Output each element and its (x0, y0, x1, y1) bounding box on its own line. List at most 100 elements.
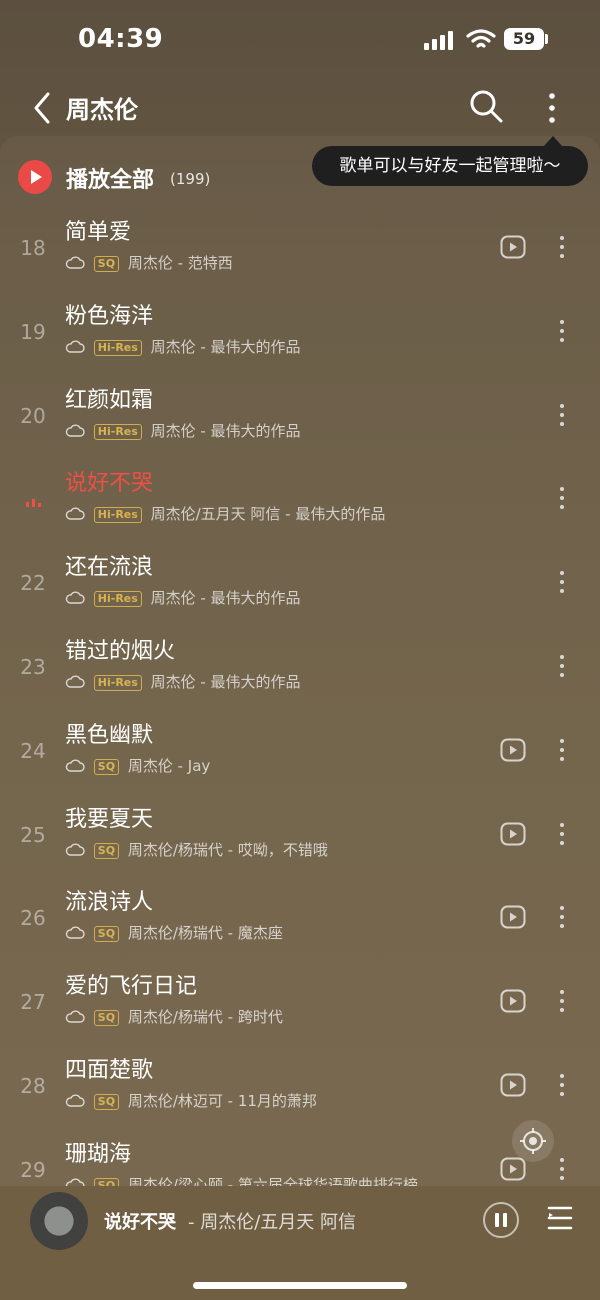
song-row[interactable]: 20 红颜如霜 Hi-Res 周杰伦 - 最伟大的作品 (0, 376, 600, 460)
song-index: 27 (20, 990, 46, 1015)
mv-play-icon[interactable] (500, 905, 526, 929)
share-playlist-tooltip[interactable]: 歌单可以与好友一起管理啦～ (312, 146, 588, 186)
mv-play-icon[interactable] (500, 822, 526, 846)
song-meta: SQ 周杰伦/杨瑞代 - 跨时代 (65, 1006, 485, 1028)
cloud-icon (65, 591, 85, 604)
song-index: 24 (20, 738, 46, 763)
quality-badge: Hi-Res (93, 339, 142, 356)
song-artist-album: 周杰伦 - 范特西 (127, 254, 233, 272)
play-all-icon[interactable] (18, 160, 52, 194)
album-art[interactable] (30, 1192, 88, 1250)
song-list-panel: 播放全部 (199) 18 简单爱 SQ 周杰伦 - 范特西 19 粉色海洋 H… (0, 136, 600, 1186)
quality-badge: Hi-Res (93, 674, 142, 691)
page-title: 周杰伦 (66, 96, 138, 124)
locate-icon (520, 1128, 546, 1154)
song-row[interactable]: 19 粉色海洋 Hi-Res 周杰伦 - 最伟大的作品 (0, 292, 600, 376)
song-row[interactable]: 18 简单爱 SQ 周杰伦 - 范特西 (0, 208, 600, 292)
search-icon[interactable] (468, 88, 504, 124)
song-artist-album: 周杰伦 - 最伟大的作品 (150, 421, 301, 440)
cloud-icon (65, 759, 85, 772)
home-indicator (193, 1282, 407, 1289)
quality-badge: SQ (93, 1093, 120, 1110)
quality-badge: SQ (93, 256, 120, 272)
cloud-icon (65, 926, 85, 940)
quality-badge: Hi-Res (93, 507, 142, 524)
more-menu-icon[interactable] (540, 86, 564, 130)
song-title: 爱的飞行日记 (65, 974, 198, 1000)
back-button[interactable] (26, 88, 56, 128)
mini-player-title: 说好不哭 (104, 1212, 176, 1233)
song-title: 还在流浪 (65, 555, 154, 581)
song-more-icon[interactable] (552, 735, 572, 765)
song-list: 18 简单爱 SQ 周杰伦 - 范特西 19 粉色海洋 Hi-Res 周杰伦 -… (0, 208, 600, 1186)
cloud-icon (65, 1010, 85, 1023)
mv-play-icon[interactable] (500, 1073, 526, 1097)
song-more-icon[interactable] (552, 483, 572, 513)
cloud-icon (65, 340, 85, 353)
song-artist-album: 周杰伦 - 最伟大的作品 (150, 337, 301, 356)
status-time: 04:39 (78, 24, 164, 54)
song-row[interactable]: 24 黑色幽默 SQ 周杰伦 - Jay (0, 711, 600, 795)
song-meta: Hi-Res 周杰伦 - 最伟大的作品 (65, 336, 485, 358)
quality-badge: SQ (93, 842, 120, 859)
song-title: 我要夏天 (65, 806, 154, 832)
song-title: 粉色海洋 (65, 303, 154, 329)
song-more-icon[interactable] (552, 400, 572, 430)
battery-level: 59 (504, 28, 544, 50)
song-more-icon[interactable] (552, 1070, 572, 1100)
song-row[interactable]: 28 四面楚歌 SQ 周杰伦/林迈可 - 11月的萧邦 (0, 1046, 600, 1130)
mini-player-artist: - 周杰伦/五月天 阿信 (188, 1212, 357, 1233)
song-title: 红颜如霜 (65, 387, 154, 413)
song-meta: SQ 周杰伦/林迈可 - 11月的萧邦 (65, 1090, 485, 1112)
now-playing-icon (26, 499, 41, 508)
song-title: 简单爱 (65, 220, 132, 245)
song-more-icon[interactable] (552, 1154, 572, 1184)
cloud-icon (65, 843, 85, 856)
song-meta: SQ 周杰伦/梁心颐 - 第六届全球华语歌曲排行榜... (65, 1174, 485, 1186)
song-row[interactable]: 29 珊瑚海 SQ 周杰伦/梁心颐 - 第六届全球华语歌曲排行榜... (0, 1130, 600, 1186)
song-title: 错过的烟火 (65, 638, 176, 664)
mv-play-icon[interactable] (500, 235, 526, 259)
song-meta: Hi-Res 周杰伦 - 最伟大的作品 (65, 587, 485, 609)
song-row[interactable]: 22 还在流浪 Hi-Res 周杰伦 - 最伟大的作品 (0, 543, 600, 627)
song-more-icon[interactable] (552, 316, 572, 346)
song-row[interactable]: 25 我要夏天 SQ 周杰伦/杨瑞代 - 哎呦，不错哦 (0, 795, 600, 879)
song-more-icon[interactable] (552, 902, 572, 932)
play-all-label: 播放全部 (66, 168, 155, 193)
song-more-icon[interactable] (552, 651, 572, 681)
wifi-icon (466, 29, 496, 48)
locate-current-song-button[interactable] (512, 1120, 554, 1162)
song-meta: SQ 周杰伦/杨瑞代 - 哎呦，不错哦 (65, 839, 485, 861)
song-row[interactable]: 说好不哭 Hi-Res 周杰伦/五月天 阿信 - 最伟大的作品 (0, 459, 600, 543)
song-meta: SQ 周杰伦/杨瑞代 - 魔杰座 (65, 922, 485, 944)
cloud-icon (65, 424, 85, 437)
pause-button[interactable] (483, 1202, 519, 1238)
song-meta: Hi-Res 周杰伦/五月天 阿信 - 最伟大的作品 (65, 503, 485, 525)
song-more-icon[interactable] (552, 819, 572, 849)
song-index: 23 (20, 654, 46, 679)
song-row[interactable]: 27 爱的飞行日记 SQ 周杰伦/杨瑞代 - 跨时代 (0, 962, 600, 1046)
cloud-icon (65, 1094, 85, 1107)
song-artist-album: 周杰伦/杨瑞代 - 跨时代 (127, 1008, 283, 1027)
mv-play-icon[interactable] (500, 738, 526, 762)
song-row[interactable]: 26 流浪诗人 SQ 周杰伦/杨瑞代 - 魔杰座 (0, 878, 600, 962)
cloud-icon (65, 507, 85, 521)
tooltip-arrow (544, 136, 562, 146)
playlist-icon[interactable] (546, 1204, 574, 1232)
pause-icon (495, 1213, 507, 1227)
quality-badge: SQ (93, 926, 120, 943)
song-index: 19 (20, 319, 46, 344)
song-index: 25 (20, 822, 46, 847)
cloud-icon (65, 1178, 85, 1186)
song-more-icon[interactable] (552, 232, 572, 262)
song-artist-album: 周杰伦 - Jay (127, 756, 211, 775)
song-artist-album: 周杰伦 - 最伟大的作品 (150, 589, 301, 608)
song-title: 说好不哭 (65, 471, 154, 497)
header: 周杰伦 (0, 80, 600, 136)
song-artist-album: 周杰伦/林迈可 - 11月的萧邦 (127, 1091, 317, 1110)
song-more-icon[interactable] (552, 567, 572, 597)
mv-play-icon[interactable] (500, 989, 526, 1013)
song-row[interactable]: 23 错过的烟火 Hi-Res 周杰伦 - 最伟大的作品 (0, 627, 600, 711)
song-index: 22 (20, 571, 46, 596)
song-more-icon[interactable] (552, 986, 572, 1016)
